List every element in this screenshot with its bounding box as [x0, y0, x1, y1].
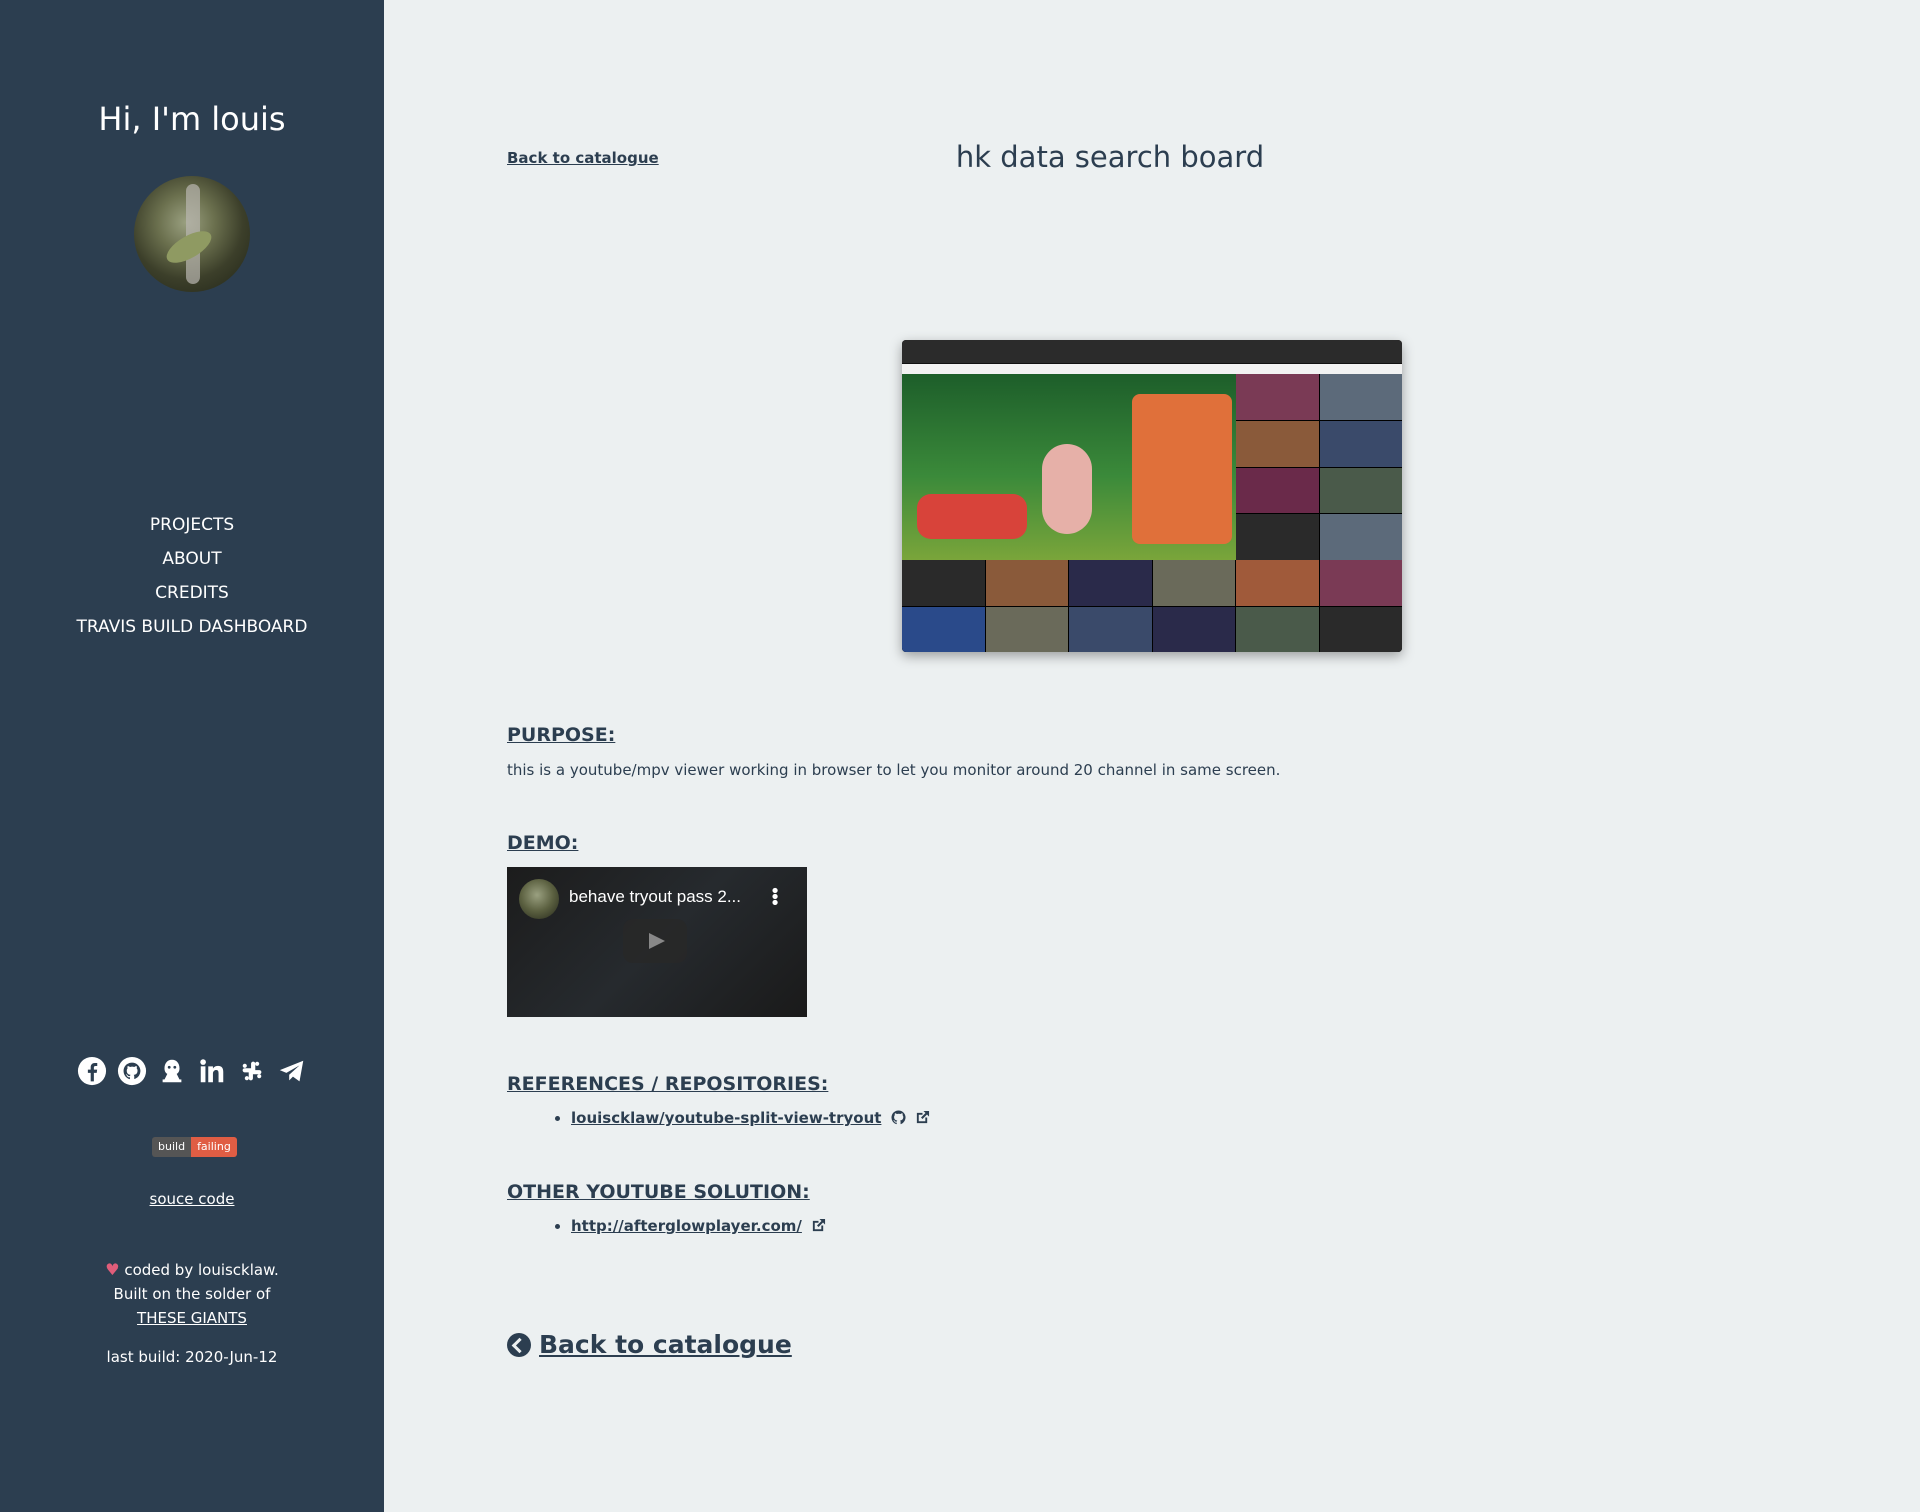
badge-status: failing [191, 1137, 237, 1157]
nav-item-travis-dashboard[interactable]: TRAVIS BUILD DASHBOARD [0, 610, 384, 644]
linkedin-icon[interactable] [196, 1054, 228, 1088]
reference-link[interactable]: louiscklaw/youtube-split-view-tryout [571, 1109, 881, 1127]
other-solution-list: http://afterglowplayer.com/ [571, 1217, 826, 1235]
nav-item-credits[interactable]: CREDITS [0, 576, 384, 610]
external-link-icon[interactable] [811, 1218, 826, 1233]
sidebar-greeting: Hi, I'm louis [98, 100, 286, 138]
page-title: hk data search board [955, 140, 1265, 174]
purpose-text: this is a youtube/mpv viewer working in … [507, 761, 1281, 779]
credits-line-1: ♥ coded by louiscklaw. [0, 1258, 384, 1282]
badge-label: build [152, 1137, 192, 1157]
telegram-icon[interactable] [276, 1054, 308, 1088]
facebook-icon[interactable] [76, 1054, 108, 1088]
more-options-icon[interactable]: • • • [763, 883, 787, 913]
giants-link[interactable]: THESE GIANTS [137, 1309, 247, 1327]
slack-icon[interactable] [236, 1054, 268, 1088]
social-links [0, 1054, 384, 1088]
back-to-catalogue-bottom[interactable]: Back to catalogue [507, 1330, 792, 1359]
list-item: http://afterglowplayer.com/ [571, 1217, 826, 1235]
github-icon[interactable] [116, 1054, 148, 1088]
nav-item-projects[interactable]: PROJECTS [0, 508, 384, 542]
list-item: louiscklaw/youtube-split-view-tryout [571, 1109, 930, 1127]
nav-link-projects[interactable]: PROJECTS [150, 515, 234, 535]
references-list: louiscklaw/youtube-split-view-tryout [571, 1109, 930, 1127]
credits-text-2: Built on the solder of [113, 1285, 271, 1303]
references-heading: REFERENCES / REPOSITORIES: [507, 1073, 829, 1095]
jenkins-icon[interactable] [156, 1054, 188, 1088]
nav-item-about[interactable]: ABOUT [0, 542, 384, 576]
channel-avatar[interactable] [519, 879, 559, 919]
demo-video-embed[interactable]: behave tryout pass 2... • • • [507, 867, 807, 1017]
last-build: last build: 2020-Jun-12 [106, 1348, 278, 1366]
nav-link-credits[interactable]: CREDITS [155, 583, 229, 603]
github-icon[interactable] [891, 1110, 906, 1125]
nav-link-travis-dashboard[interactable]: TRAVIS BUILD DASHBOARD [77, 617, 308, 637]
demo-heading: DEMO: [507, 832, 579, 854]
play-button[interactable] [623, 919, 687, 963]
chevron-left-circle-icon[interactable] [507, 1332, 531, 1357]
sidebar: Hi, I'm louis PROJECTS ABOUT CREDITS TRA… [0, 0, 384, 1512]
video-title[interactable]: behave tryout pass 2... [569, 887, 741, 907]
external-link-icon[interactable] [915, 1110, 930, 1125]
avatar [134, 176, 250, 292]
heart-icon: ♥ [105, 1260, 120, 1279]
back-to-catalogue-link-bottom[interactable]: Back to catalogue [539, 1330, 792, 1359]
afterglowplayer-link[interactable]: http://afterglowplayer.com/ [571, 1217, 802, 1235]
credits-text-1: coded by louiscklaw. [124, 1261, 279, 1279]
nav-link-about[interactable]: ABOUT [162, 549, 221, 569]
project-screenshot [902, 340, 1402, 652]
back-to-catalogue-link-top[interactable]: Back to catalogue [507, 149, 659, 167]
source-code-link[interactable]: souce code [150, 1190, 235, 1208]
other-solution-heading: OTHER YOUTUBE SOLUTION: [507, 1181, 810, 1203]
purpose-heading: PURPOSE: [507, 724, 616, 746]
build-status-badge[interactable]: build failing [152, 1137, 237, 1157]
sidebar-nav: PROJECTS ABOUT CREDITS TRAVIS BUILD DASH… [0, 508, 384, 644]
credits-block: ♥ coded by louiscklaw. Built on the sold… [0, 1258, 384, 1330]
source-code-row: souce code [0, 1190, 384, 1208]
